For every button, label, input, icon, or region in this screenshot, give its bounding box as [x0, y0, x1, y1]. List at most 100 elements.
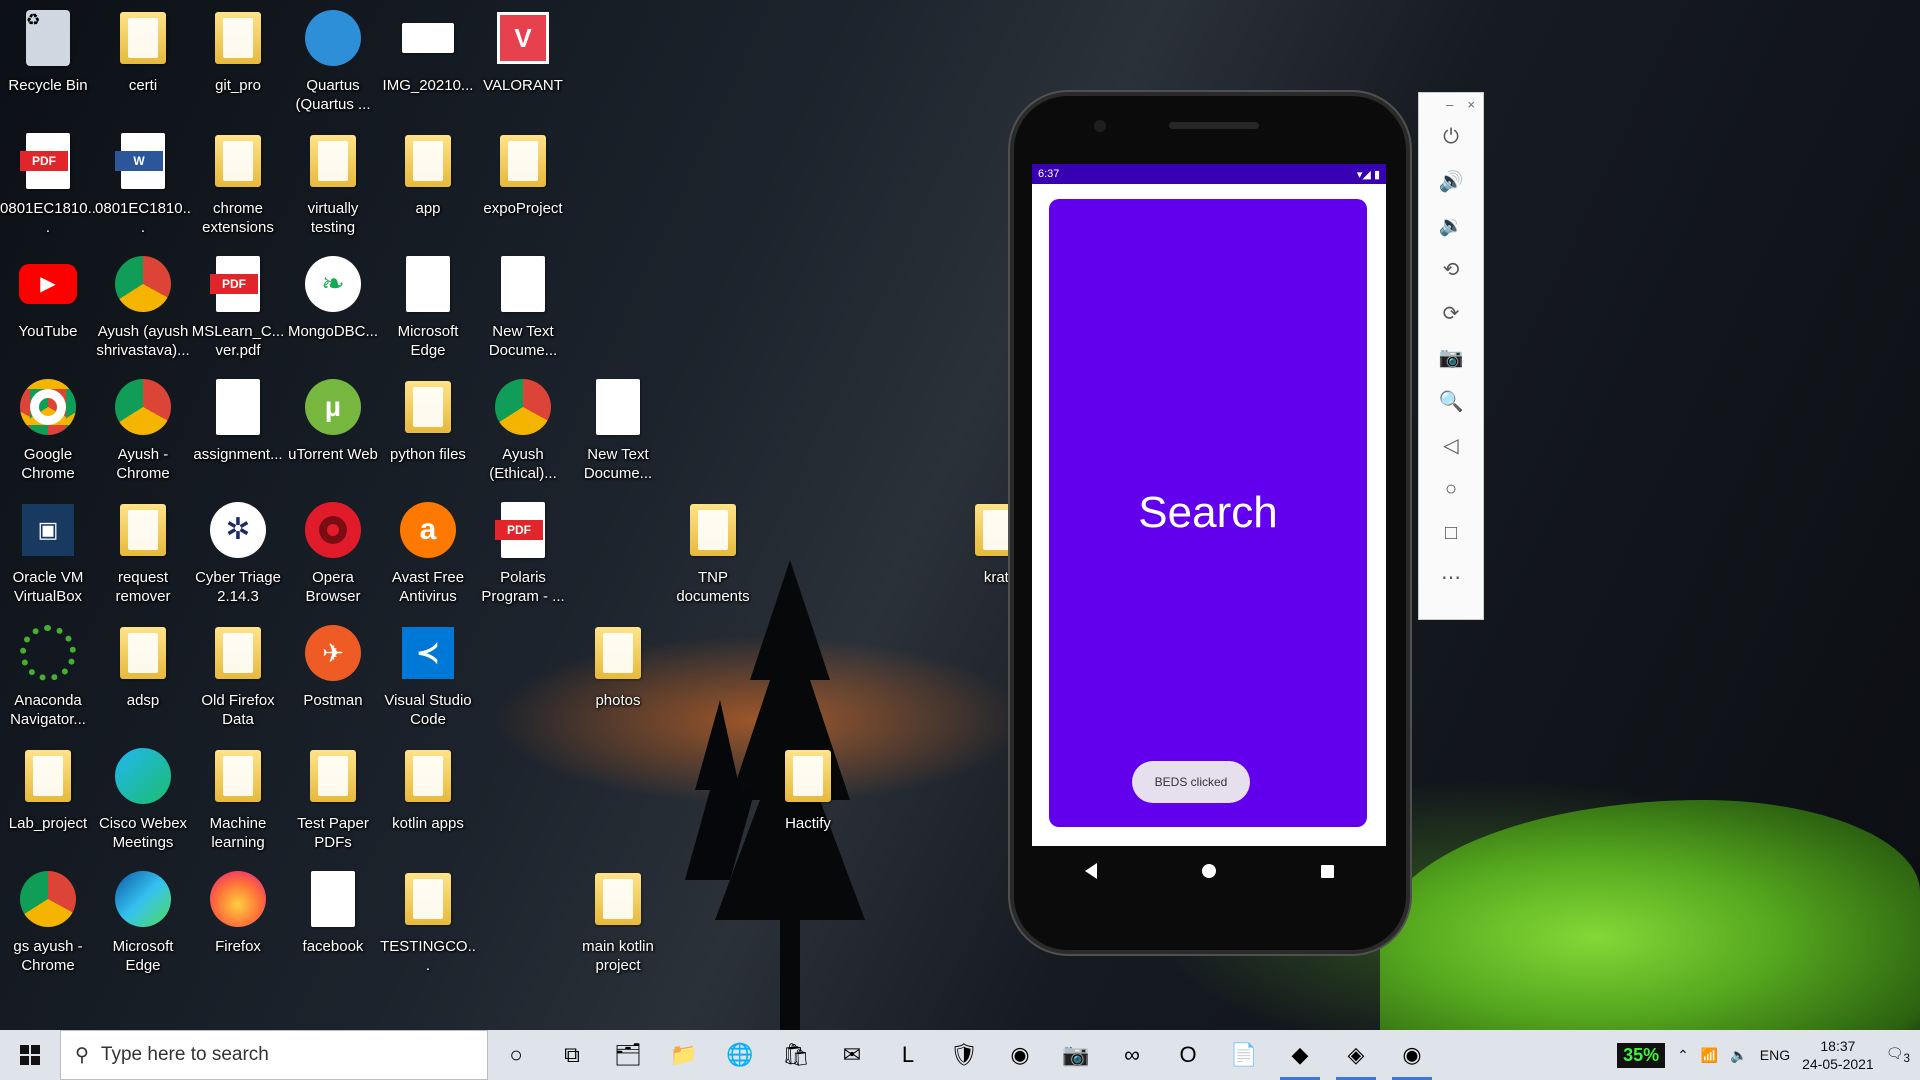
desktop-icon[interactable]: main kotlin project	[570, 869, 666, 975]
power-button[interactable]: ⏻	[1431, 115, 1471, 159]
desktop-icon[interactable]: Ayush (Ethical)...	[475, 377, 571, 483]
desktop-icon[interactable]: Lab_project	[0, 746, 96, 833]
folder-icon	[398, 131, 458, 191]
back-icon[interactable]	[1084, 863, 1097, 879]
close-icon[interactable]: ×	[1467, 97, 1475, 112]
desktop-icon[interactable]: New Text Docume...	[475, 254, 571, 360]
language-indicator[interactable]: ENG	[1760, 1047, 1790, 1063]
lens-icon[interactable]: L	[880, 1030, 936, 1080]
desktop-icon[interactable]: kotlin apps	[380, 746, 476, 833]
desktop-icon[interactable]: chrome extensions	[190, 131, 286, 237]
volume-icon[interactable]: 🔈	[1730, 1047, 1747, 1064]
desktop-icon[interactable]: PDF Polaris Program - ...	[475, 500, 571, 606]
mail-icon[interactable]: ✉	[824, 1030, 880, 1080]
overview-icon[interactable]	[1320, 864, 1334, 878]
desktop-icon[interactable]: Machine learning	[190, 746, 286, 852]
desktop-icon[interactable]: adsp	[95, 623, 191, 710]
home-icon[interactable]	[1201, 864, 1216, 878]
desktop-icon[interactable]: Ayush - Chrome	[95, 377, 191, 483]
desktop-icon[interactable]: git_pro	[190, 8, 286, 95]
battery-percent[interactable]: 35%	[1617, 1042, 1666, 1068]
edge-icon	[113, 869, 173, 929]
desktop-icon[interactable]: TNP documents	[665, 500, 761, 606]
chrome-profile-icon[interactable]: ◉	[1384, 1030, 1440, 1080]
desktop-icon[interactable]: Firefox	[190, 869, 286, 956]
chrome-icon[interactable]: ◉	[992, 1030, 1048, 1080]
folder-icon	[778, 746, 838, 806]
desktop-icon[interactable]: ✲ Cyber Triage 2.14.3	[190, 500, 286, 606]
start-button[interactable]	[0, 1030, 60, 1080]
emulator-icon[interactable]: ◈	[1328, 1030, 1384, 1080]
more-button[interactable]: ⋯	[1431, 555, 1471, 599]
desktop-icon[interactable]: Google Chrome	[0, 377, 96, 483]
desktop-icon[interactable]: PDF MSLearn_C... ver.pdf	[190, 254, 286, 360]
desktop-icon[interactable]: app	[380, 131, 476, 218]
store-icon[interactable]: 🛍	[768, 1030, 824, 1080]
edge-icon[interactable]: 🌐	[712, 1030, 768, 1080]
volume-down-button[interactable]: 🔉	[1431, 203, 1471, 247]
desktop-icon[interactable]: Anaconda Navigator...	[0, 623, 96, 729]
desktop-icon[interactable]: IMG_20210...	[380, 8, 476, 95]
desktop-icon-label: Google Chrome	[21, 446, 75, 482]
desktop-icon[interactable]: Microsoft Edge	[380, 254, 476, 360]
camera-icon[interactable]: 📷	[1048, 1030, 1104, 1080]
rotate-right-button[interactable]: ⟳	[1431, 291, 1471, 335]
network-icon[interactable]: 📶	[1701, 1047, 1718, 1064]
desktop-icon[interactable]: ♻ Recycle Bin	[0, 8, 96, 95]
desktop-icon[interactable]: TESTINGCO...	[380, 869, 476, 975]
desktop-icon[interactable]: request remover	[95, 500, 191, 606]
desktop-icon[interactable]: expoProject	[475, 131, 571, 218]
taskbar-search[interactable]: ⚲ Type here to search	[60, 1030, 488, 1080]
rotate-left-button[interactable]: ⟲	[1431, 247, 1471, 291]
desktop-icon[interactable]: Hactify	[760, 746, 856, 833]
desktop-icon[interactable]: New Text Docume...	[570, 377, 666, 483]
minimize-icon[interactable]: –	[1446, 97, 1453, 112]
task-view-icon[interactable]: ⧉	[544, 1030, 600, 1080]
desktop-icon[interactable]: µ uTorrent Web	[285, 377, 381, 464]
home-button[interactable]: ○	[1431, 467, 1471, 511]
desktop-icon[interactable]: facebook	[285, 869, 381, 956]
android-studio-icon[interactable]: ◆	[1272, 1030, 1328, 1080]
desktop-icon[interactable]: Microsoft Edge	[95, 869, 191, 975]
desktop-icon[interactable]: a Avast Free Antivirus	[380, 500, 476, 606]
overview-button[interactable]: □	[1431, 511, 1471, 555]
desktop-icon[interactable]: ▣ Oracle VM VirtualBox	[0, 500, 96, 606]
overview-icon: □	[1444, 521, 1458, 544]
desktop-icon[interactable]: Old Firefox Data	[190, 623, 286, 729]
arduino-icon[interactable]: ∞	[1104, 1030, 1160, 1080]
desktop-icon[interactable]: ❧ MongoDBC...	[285, 254, 381, 341]
back-button[interactable]: ◁	[1431, 423, 1471, 467]
desktop-icon[interactable]: certi	[95, 8, 191, 95]
desktop-icon[interactable]: Ayush (ayush shrivastava)...	[95, 254, 191, 360]
zoom-button[interactable]: 🔍	[1431, 379, 1471, 423]
desktop-icon[interactable]: virtually testing	[285, 131, 381, 237]
desktop-icon[interactable]: gs ayush - Chrome	[0, 869, 96, 975]
desktop-icon[interactable]: assignment...	[190, 377, 286, 464]
desktop-icon[interactable]: Test Paper PDFs	[285, 746, 381, 852]
notification-icon[interactable]: 🗨3	[1886, 1045, 1910, 1065]
file-explorer-icon[interactable]: 🗂	[600, 1030, 656, 1080]
desktop-icon[interactable]: photos	[570, 623, 666, 710]
desktop-icon[interactable]: Quartus (Quartus ...	[285, 8, 381, 114]
chevron-up-icon[interactable]: ⌃	[1677, 1047, 1689, 1064]
search-card[interactable]: Search	[1049, 199, 1367, 827]
notepad-icon[interactable]: 📄	[1216, 1030, 1272, 1080]
opera-icon[interactable]: O	[1160, 1030, 1216, 1080]
desktop-icon[interactable]: ✈ Postman	[285, 623, 381, 710]
phone-screen[interactable]: 6:37 ▾◢ ▮ Search BEDS clicked	[1032, 164, 1386, 846]
taskbar: ⚲ Type here to search ○ ⧉ 🗂 📁 🌐 🛍 ✉ L 🛡 …	[0, 1030, 1920, 1080]
desktop-icon[interactable]: PDF 0801EC1810...	[0, 131, 96, 237]
desktop-icon[interactable]: Opera Browser	[285, 500, 381, 606]
folder-icon[interactable]: 📁	[656, 1030, 712, 1080]
cortana-icon[interactable]: ○	[488, 1030, 544, 1080]
desktop-icon[interactable]: Cisco Webex Meetings	[95, 746, 191, 852]
desktop-icon[interactable]: python files	[380, 377, 476, 464]
volume-up-button[interactable]: 🔊	[1431, 159, 1471, 203]
desktop-icon[interactable]: ▶ YouTube	[0, 254, 96, 341]
desktop-icon[interactable]: V VALORANT	[475, 8, 571, 95]
desktop-icon[interactable]: ≺ Visual Studio Code	[380, 623, 476, 729]
screenshot-button[interactable]: 📷	[1431, 335, 1471, 379]
mcafee-icon[interactable]: 🛡	[936, 1030, 992, 1080]
desktop-icon[interactable]: W 0801EC1810...	[95, 131, 191, 237]
clock[interactable]: 18:37 24-05-2021	[1802, 1037, 1874, 1073]
